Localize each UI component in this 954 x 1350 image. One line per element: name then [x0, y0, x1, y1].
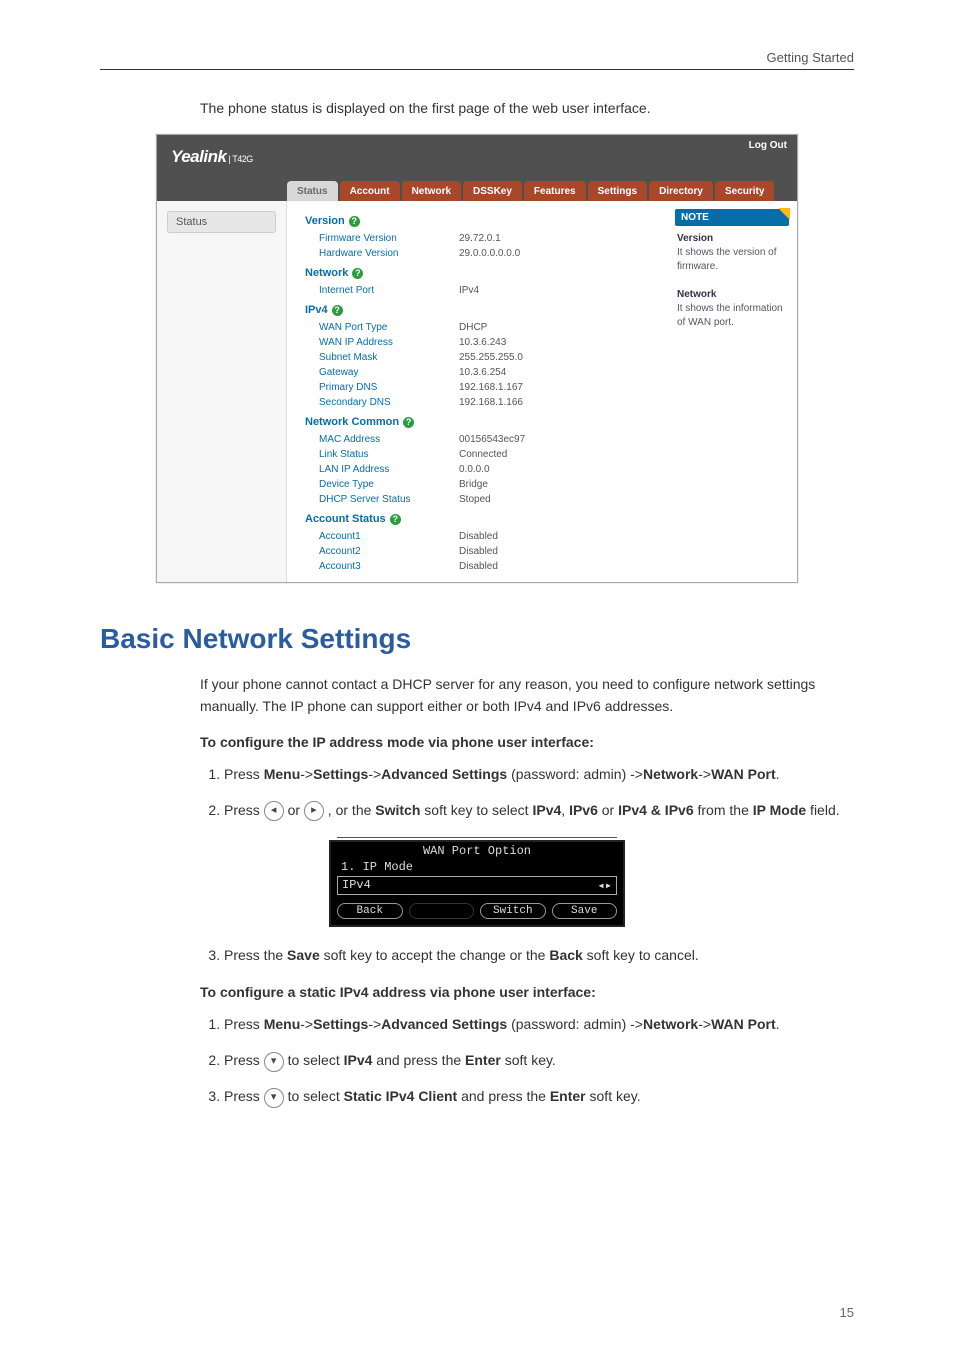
- table-row: Device TypeBridge: [305, 477, 657, 492]
- tab-security[interactable]: Security: [715, 181, 774, 201]
- logout-link[interactable]: Log Out: [749, 140, 787, 151]
- table-row: WAN IP Address10.3.6.243: [305, 335, 657, 350]
- webui-topbar: Yealink|T42G Log Out: [157, 135, 797, 175]
- softkey-switch[interactable]: Switch: [480, 903, 546, 919]
- step-b1: Press Menu->Settings->Advanced Settings …: [224, 1012, 854, 1038]
- header-section-title: Getting Started: [767, 50, 854, 65]
- tab-network[interactable]: Network: [402, 181, 461, 201]
- brand-model: T42G: [232, 154, 253, 164]
- lcd-title: WAN Port Option: [417, 844, 537, 858]
- table-row: Gateway10.3.6.254: [305, 365, 657, 380]
- table-row: Account1Disabled: [305, 529, 657, 544]
- table-row: Account2Disabled: [305, 544, 657, 559]
- section-accounts-head: Account Status?: [305, 513, 657, 525]
- table-row: Account3Disabled: [305, 559, 657, 574]
- table-row: Link StatusConnected: [305, 447, 657, 462]
- brand-logo: Yealink|T42G: [171, 147, 253, 167]
- left-arrow-icon: ◂: [264, 801, 284, 821]
- table-row: Primary DNS192.168.1.167: [305, 380, 657, 395]
- sidebar-item-status[interactable]: Status: [167, 211, 276, 233]
- brand-name: Yealink: [171, 147, 226, 166]
- section-ipv4-head: IPv4?: [305, 304, 657, 316]
- procedure-b-steps: Press Menu->Settings->Advanced Settings …: [200, 1012, 854, 1110]
- step-3: Press the Save soft key to accept the ch…: [224, 943, 854, 969]
- help-icon[interactable]: ?: [352, 268, 363, 279]
- procedure-b-title: To configure a static IPv4 address via p…: [200, 984, 854, 1000]
- table-row: LAN IP Address0.0.0.0: [305, 462, 657, 477]
- table-row: MAC Address00156543ec97: [305, 432, 657, 447]
- table-row: Hardware Version29.0.0.0.0.0.0: [305, 246, 657, 261]
- phone-lcd-figure: WAN Port Option 1. IP Mode IPv4 ◂▸ Back …: [329, 840, 625, 927]
- procedure-a-steps: Press Menu->Settings->Advanced Settings …: [200, 762, 854, 824]
- note-head: NOTE: [675, 209, 789, 226]
- table-row: WAN Port TypeDHCP: [305, 320, 657, 335]
- procedure-a-steps-cont: Press the Save soft key to accept the ch…: [200, 943, 854, 969]
- lcd-row-label: 1. IP Mode: [337, 858, 617, 876]
- section-network-head: Network?: [305, 267, 657, 279]
- help-icon[interactable]: ?: [332, 305, 343, 316]
- step-1: Press Menu->Settings->Advanced Settings …: [224, 762, 854, 788]
- tab-settings[interactable]: Settings: [588, 181, 647, 201]
- webui-sidebar: Status: [157, 201, 287, 582]
- tab-dsskey[interactable]: DSSKey: [463, 181, 522, 201]
- page-header: Getting Started: [100, 50, 854, 70]
- section-version-head: Version?: [305, 215, 657, 227]
- webui-note-panel: NOTE Version It shows the version of fir…: [667, 201, 797, 582]
- section-common-head: Network Common?: [305, 416, 657, 428]
- lcd-softkeys: Back Switch Save: [337, 899, 617, 925]
- step-2: Press ◂ or ▸ , or the Switch soft key to…: [224, 798, 854, 824]
- help-icon[interactable]: ?: [403, 417, 414, 428]
- table-row: DHCP Server StatusStoped: [305, 492, 657, 507]
- right-arrow-icon: ▸: [304, 801, 324, 821]
- tab-account[interactable]: Account: [340, 181, 400, 201]
- step-b2: Press ▾ to select IPv4 and press the Ent…: [224, 1048, 854, 1074]
- webui-tabs: Status Account Network DSSKey Features S…: [157, 175, 797, 201]
- table-row: Secondary DNS192.168.1.166: [305, 395, 657, 410]
- body-paragraph: If your phone cannot contact a DHCP serv…: [200, 673, 854, 718]
- help-icon[interactable]: ?: [390, 514, 401, 525]
- page-title: Basic Network Settings: [100, 623, 854, 655]
- note-body: Version It shows the version of firmware…: [675, 226, 789, 336]
- step-b3: Press ▾ to select Static IPv4 Client and…: [224, 1084, 854, 1110]
- lcd-arrows-icon: ◂▸: [598, 878, 612, 893]
- table-row: Firmware Version29.72.0.1: [305, 231, 657, 246]
- tab-directory[interactable]: Directory: [649, 181, 713, 201]
- webui-main: Version? Firmware Version29.72.0.1 Hardw…: [287, 201, 667, 582]
- webui-screenshot: Yealink|T42G Log Out Status Account Netw…: [156, 134, 798, 583]
- table-row: Internet PortIPv4: [305, 283, 657, 298]
- down-arrow-icon: ▾: [264, 1052, 284, 1072]
- procedure-a-title: To configure the IP address mode via pho…: [200, 734, 854, 750]
- down-arrow-icon: ▾: [264, 1088, 284, 1108]
- tab-status[interactable]: Status: [287, 181, 338, 201]
- lcd-field: IPv4 ◂▸: [337, 876, 617, 895]
- help-icon[interactable]: ?: [349, 216, 360, 227]
- lcd-field-value: IPv4: [342, 878, 371, 893]
- softkey-save[interactable]: Save: [552, 903, 618, 919]
- page-number: 15: [840, 1305, 854, 1320]
- intro-text: The phone status is displayed on the fir…: [200, 100, 854, 116]
- softkey-empty: [409, 903, 475, 919]
- softkey-back[interactable]: Back: [337, 903, 403, 919]
- tab-features[interactable]: Features: [524, 181, 586, 201]
- table-row: Subnet Mask255.255.255.0: [305, 350, 657, 365]
